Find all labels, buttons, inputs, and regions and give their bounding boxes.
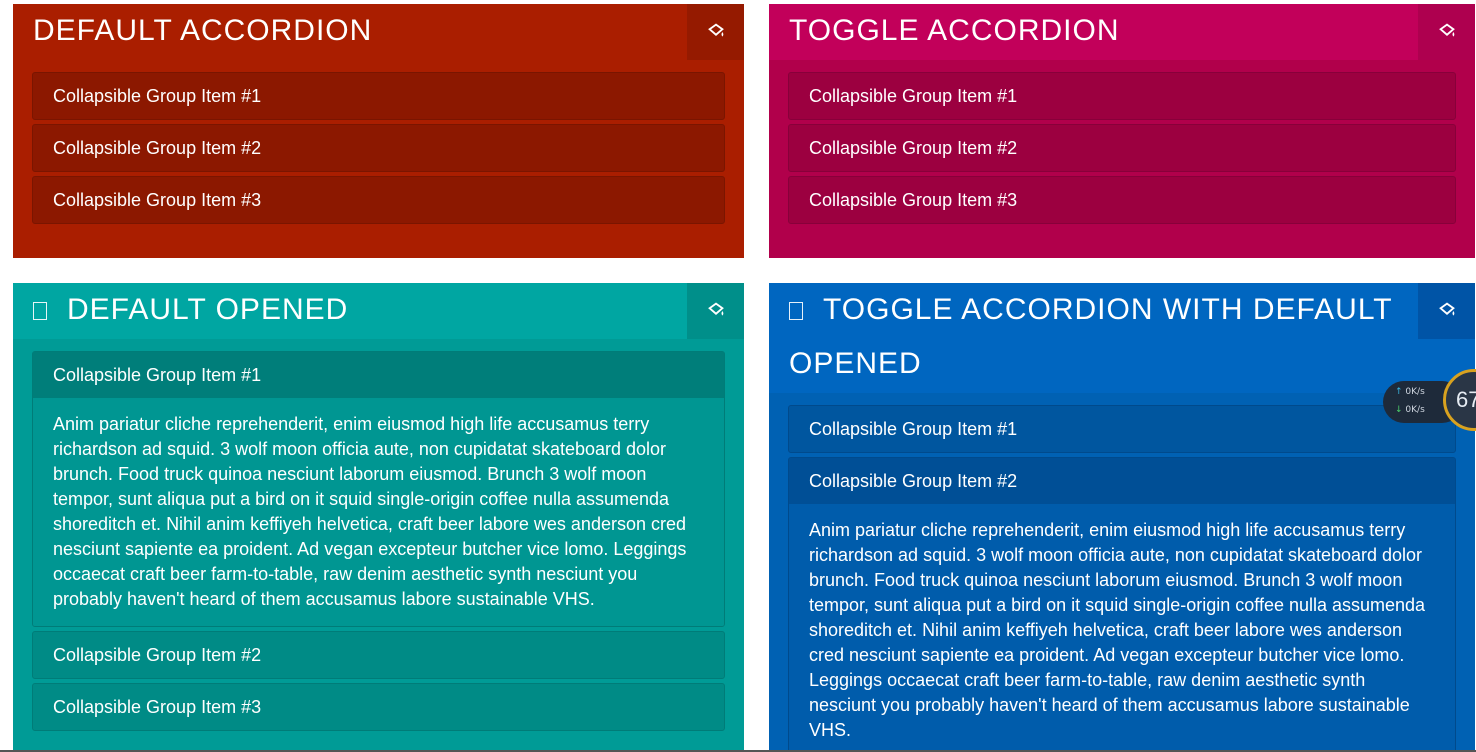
group-item-3[interactable]: Collapsible Group Item #3	[33, 177, 724, 223]
panel-header: DEFAULT OPENED	[13, 283, 744, 339]
accordion-group-open: Collapsible Group Item #1 Anim pariatur …	[32, 351, 725, 627]
download-rate: ↓ 0K/s	[1395, 405, 1425, 415]
accordion-group: Collapsible Group Item #2	[32, 631, 725, 679]
panel-header: DEFAULT ACCORDION	[13, 4, 744, 60]
download-rate-value: 0K/s	[1405, 405, 1425, 415]
paint-bucket-button[interactable]	[687, 283, 744, 339]
group-item-2[interactable]: Collapsible Group Item #2	[789, 125, 1455, 171]
group-item-1[interactable]: Collapsible Group Item #1	[789, 406, 1455, 452]
panel-title: TOGGLE ACCORDION	[789, 14, 1120, 47]
accordion-group: Collapsible Group Item #1	[788, 405, 1456, 453]
panel-title-text: TOGGLE ACCORDION WITH DEFAULT OPENED	[789, 293, 1393, 380]
group-item-2[interactable]: Collapsible Group Item #2	[789, 458, 1455, 504]
accordion-group-open: Collapsible Group Item #2 Anim pariatur …	[788, 457, 1456, 752]
paint-bucket-icon	[1438, 23, 1455, 37]
toggle-accordion-panel: TOGGLE ACCORDION Collapsible Group Item …	[769, 4, 1475, 258]
download-arrow-icon: ↓	[1395, 405, 1403, 415]
paint-bucket-icon	[1438, 302, 1455, 316]
group-item-1[interactable]: Collapsible Group Item #1	[789, 73, 1455, 119]
default-opened-panel: DEFAULT OPENED Collapsible Group Item #1…	[13, 283, 744, 752]
accordion-group: Collapsible Group Item #1	[32, 72, 725, 120]
group-item-3[interactable]: Collapsible Group Item #3	[33, 684, 724, 730]
group-item-3[interactable]: Collapsible Group Item #3	[789, 177, 1455, 223]
accordion-group: Collapsible Group Item #2	[788, 124, 1456, 172]
group-item-1[interactable]: Collapsible Group Item #1	[33, 352, 724, 398]
paint-bucket-icon	[707, 23, 724, 37]
paint-bucket-button[interactable]	[1418, 4, 1475, 60]
panel-title: DEFAULT ACCORDION	[33, 14, 373, 47]
square-outline-icon	[33, 302, 47, 320]
upload-rate: ↑ 0K/s	[1395, 387, 1425, 397]
paint-bucket-button[interactable]	[1418, 283, 1475, 339]
group-body-text: Anim pariatur cliche reprehenderit, enim…	[789, 504, 1455, 752]
accordion-group: Collapsible Group Item #3	[32, 683, 725, 731]
paint-bucket-icon	[707, 302, 724, 316]
network-speed-widget[interactable]: ↑ 0K/s ↓ 0K/s 67	[1383, 369, 1476, 431]
group-item-2[interactable]: Collapsible Group Item #2	[33, 125, 724, 171]
panel-title: DEFAULT OPENED	[13, 283, 744, 337]
paint-bucket-button[interactable]	[687, 4, 744, 60]
upload-rate-value: 0K/s	[1405, 387, 1425, 397]
upload-arrow-icon: ↑	[1395, 387, 1403, 397]
accordion-group: Collapsible Group Item #1	[788, 72, 1456, 120]
group-body-text: Anim pariatur cliche reprehenderit, enim…	[33, 398, 724, 626]
accordion-group: Collapsible Group Item #3	[32, 176, 725, 224]
panel-title: TOGGLE ACCORDION WITH DEFAULT OPENED	[769, 283, 1475, 391]
accordion-group: Collapsible Group Item #2	[32, 124, 725, 172]
panel-header: TOGGLE ACCORDION	[769, 4, 1475, 60]
group-item-2[interactable]: Collapsible Group Item #2	[33, 632, 724, 678]
default-accordion-panel: DEFAULT ACCORDION Collapsible Group Item…	[13, 4, 744, 258]
toggle-default-opened-panel: TOGGLE ACCORDION WITH DEFAULT OPENED Col…	[769, 283, 1475, 752]
square-outline-icon	[789, 302, 803, 320]
group-item-1[interactable]: Collapsible Group Item #1	[33, 73, 724, 119]
panel-title-text: DEFAULT OPENED	[67, 293, 349, 326]
accordion-group: Collapsible Group Item #3	[788, 176, 1456, 224]
panel-header: TOGGLE ACCORDION WITH DEFAULT OPENED	[769, 283, 1475, 393]
